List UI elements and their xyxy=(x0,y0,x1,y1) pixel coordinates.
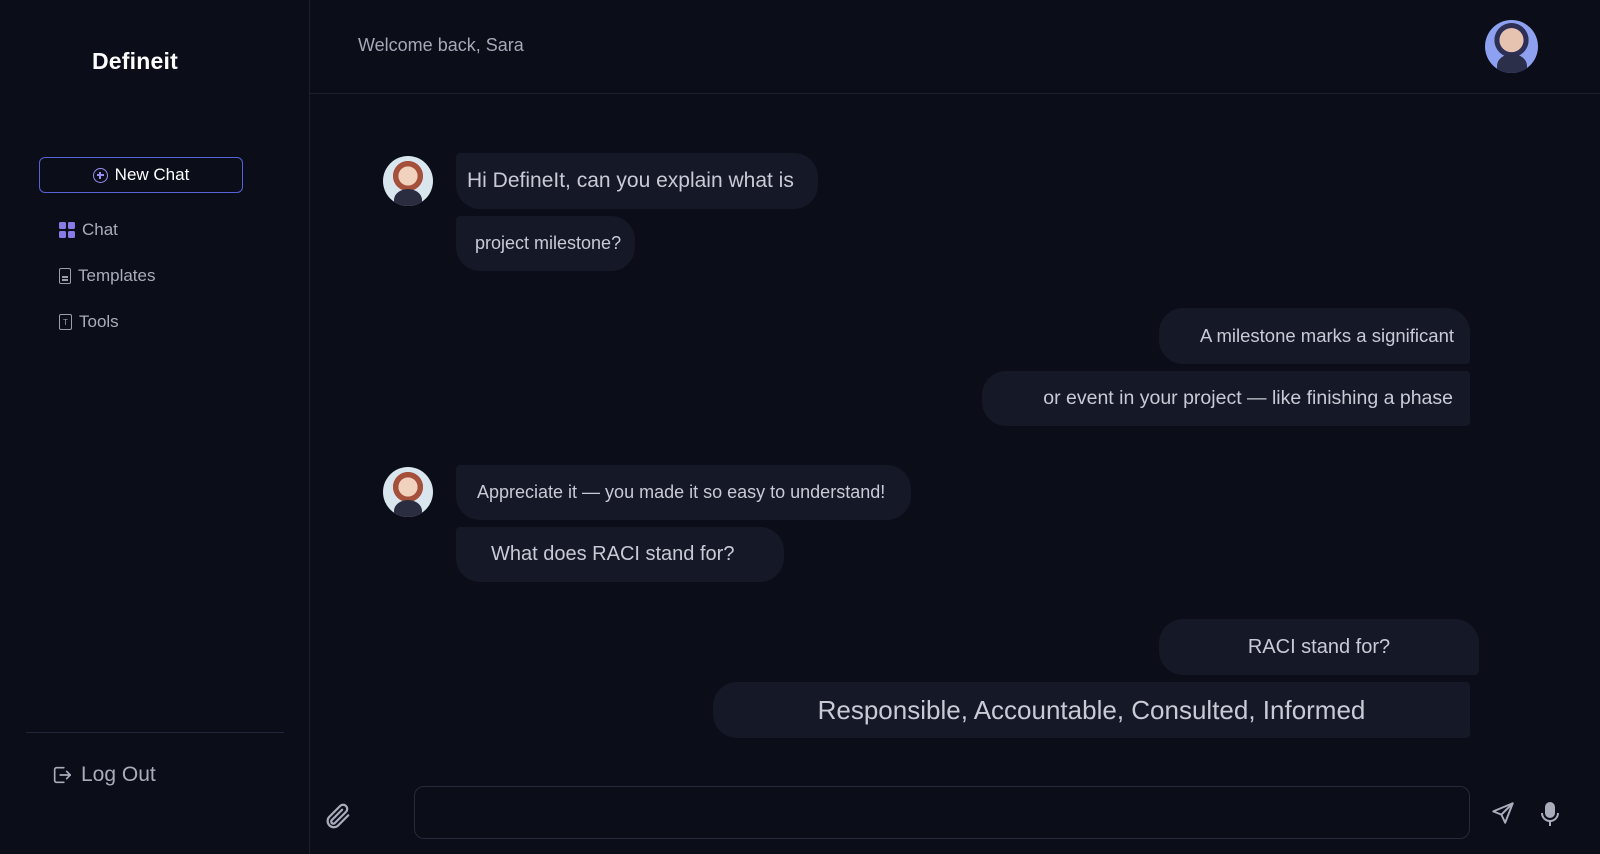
message-bubble: A milestone marks a significant xyxy=(1159,308,1470,364)
sidebar-item-tools[interactable]: T Tools xyxy=(59,312,119,332)
new-chat-label: New Chat xyxy=(114,165,190,184)
sidebar-item-templates[interactable]: Templates xyxy=(59,266,155,286)
message-input[interactable] xyxy=(414,786,1470,839)
sender-avatar xyxy=(383,467,433,517)
send-icon[interactable] xyxy=(1490,800,1516,831)
sidebar-item-label: Chat xyxy=(82,220,118,239)
message-bubble: What does RACI stand for? xyxy=(456,527,785,582)
sender-avatar xyxy=(383,156,433,206)
sidebar-item-label: Templates xyxy=(78,266,156,285)
app-logo: Defineit xyxy=(92,48,178,74)
welcome-text: Welcome back, Sara xyxy=(358,35,524,55)
tools-icon: T xyxy=(59,314,72,330)
logout-label: Log Out xyxy=(81,763,156,786)
message-bubble: project milestone? xyxy=(456,216,636,271)
top-header: Welcome back, Sara xyxy=(310,0,1600,94)
sidebar-item-label: Tools xyxy=(79,312,119,331)
document-icon xyxy=(59,268,71,284)
logout-icon xyxy=(53,766,72,784)
message-bubble: Appreciate it — you made it so easy to u… xyxy=(456,465,912,520)
plus-circle-icon xyxy=(92,167,108,183)
user-avatar[interactable] xyxy=(1485,20,1538,73)
new-chat-button[interactable]: New Chat xyxy=(39,157,243,193)
message-bubble: Hi DefineIt, can you explain what is xyxy=(456,153,818,209)
sidebar-divider xyxy=(26,732,284,733)
microphone-icon[interactable] xyxy=(1538,800,1562,833)
paperclip-icon[interactable] xyxy=(322,801,352,836)
message-bubble: or event in your project — like finishin… xyxy=(982,371,1470,426)
grid-icon xyxy=(59,222,75,238)
sidebar: Defineit New Chat Chat Templates T Tools… xyxy=(0,0,310,854)
message-bubble: Responsible, Accountable, Consulted, Inf… xyxy=(713,682,1470,738)
logout-button[interactable]: Log Out xyxy=(51,763,156,787)
sidebar-item-chat[interactable]: Chat xyxy=(59,220,118,240)
message-bubble: RACI stand for? xyxy=(1159,619,1479,675)
